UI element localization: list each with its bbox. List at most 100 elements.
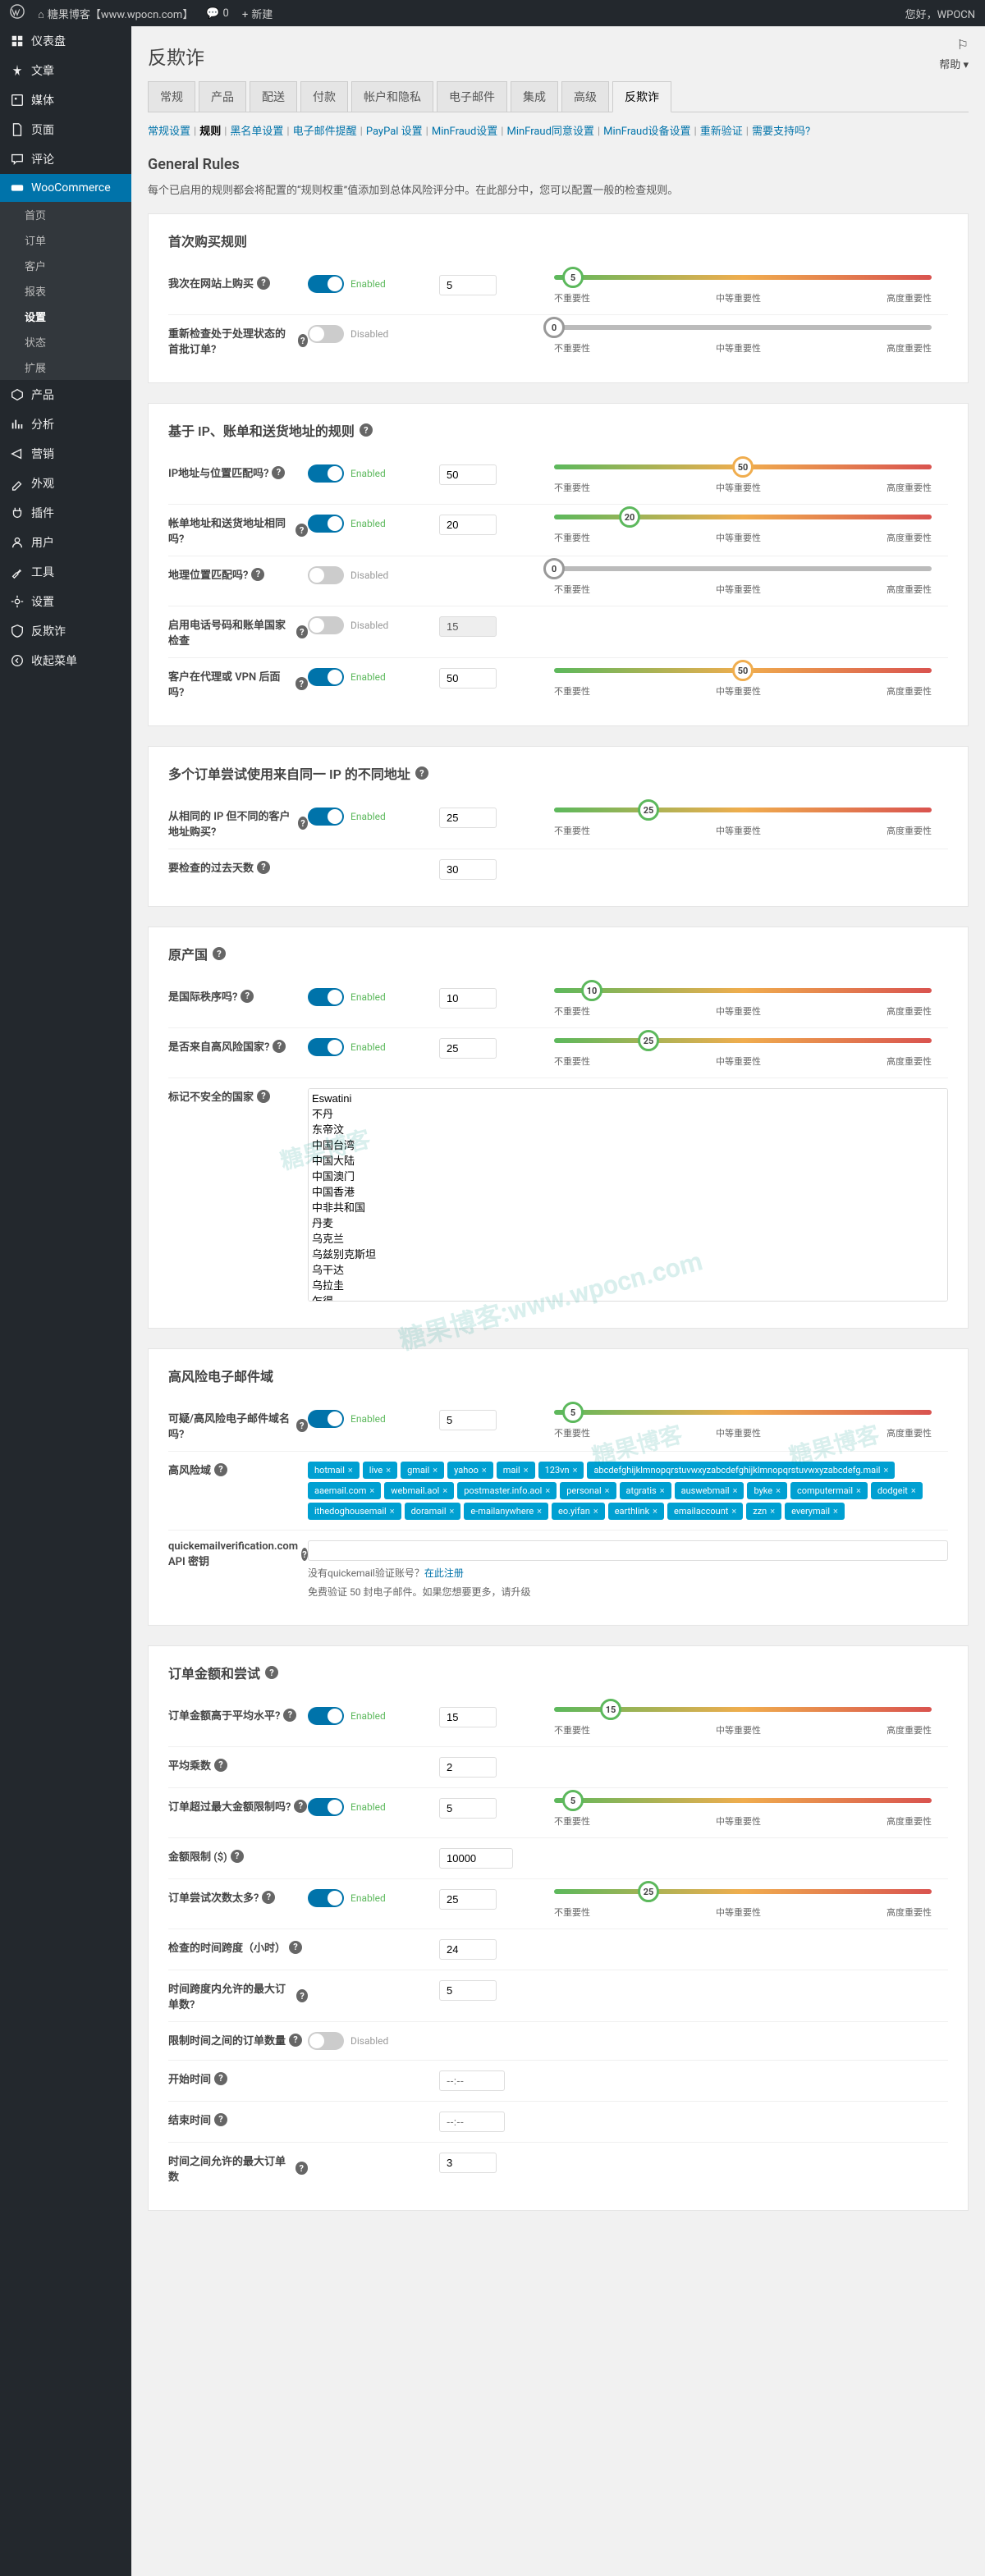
help-icon[interactable]: ? (296, 677, 308, 690)
tag[interactable]: computermail × (790, 1482, 868, 1499)
weight-input[interactable] (439, 275, 497, 295)
help-icon[interactable]: ? (251, 568, 264, 581)
subnav-link[interactable]: MinFraud设置 (432, 126, 497, 138)
sidebar-sub-item[interactable]: 状态 (0, 329, 131, 355)
number-input[interactable] (439, 1848, 513, 1869)
sidebar-sub-item[interactable]: 客户 (0, 253, 131, 278)
tag[interactable]: emailaccount × (667, 1503, 743, 1520)
sidebar-item-pin[interactable]: 文章 (0, 56, 131, 85)
tag[interactable]: eo.yifan × (552, 1503, 605, 1520)
help-icon[interactable]: ? (296, 1419, 308, 1432)
tab-8[interactable]: 反欺诈 (612, 81, 671, 112)
toggle[interactable] (308, 988, 344, 1006)
sidebar-item-tool[interactable]: 工具 (0, 557, 131, 587)
tag-remove[interactable]: × (450, 1506, 455, 1517)
country-select[interactable]: Eswatini不丹东帝汶中国台湾中国大陆中国澳门中国香港中非共和国丹麦乌克兰乌… (308, 1088, 948, 1302)
tab-1[interactable]: 产品 (199, 81, 246, 112)
sidebar-item-collapse[interactable]: 收起菜单 (0, 646, 131, 675)
tag-remove[interactable]: × (545, 1485, 550, 1496)
sidebar-sub-item[interactable]: 首页 (0, 202, 131, 227)
sidebar-item-analytics[interactable]: 分析 (0, 410, 131, 439)
help-icon[interactable]: ? (273, 1040, 286, 1053)
help-icon[interactable]: ? (214, 1463, 227, 1476)
weight-input[interactable] (439, 464, 497, 485)
tag[interactable]: dodgeit × (871, 1482, 923, 1499)
site-link[interactable]: ⌂糖果博客【www.wpocn.com】 (38, 6, 193, 21)
help-dropdown[interactable]: 帮助 ▾ (939, 59, 969, 71)
tag[interactable]: ithedoghousemail × (308, 1503, 401, 1520)
help-icon[interactable]: ? (214, 2113, 227, 2126)
tag[interactable]: e-mailanywhere × (464, 1503, 548, 1520)
tag[interactable]: auswebmail × (675, 1482, 744, 1499)
tab-6[interactable]: 集成 (511, 81, 558, 112)
tag[interactable]: zzn × (746, 1503, 781, 1520)
sidebar-item-woo[interactable]: WooCommerce (0, 174, 131, 202)
tag-remove[interactable]: × (482, 1465, 487, 1476)
toggle[interactable] (308, 325, 344, 343)
toggle[interactable] (308, 1038, 344, 1056)
weight-slider[interactable]: 10 不重要性中等重要性高度重要性 (554, 988, 932, 1018)
new-link[interactable]: +新建 (242, 6, 273, 21)
toggle[interactable] (308, 668, 344, 686)
sidebar-item-page[interactable]: 页面 (0, 115, 131, 144)
tag-remove[interactable]: × (386, 1465, 391, 1476)
number-input[interactable] (439, 2153, 497, 2173)
help-icon[interactable]: ? (298, 817, 308, 830)
api-key-input[interactable] (308, 1540, 948, 1561)
tag-remove[interactable]: × (442, 1485, 447, 1496)
weight-input[interactable] (439, 808, 497, 828)
weight-slider[interactable]: 50 不重要性中等重要性高度重要性 (554, 464, 932, 494)
help-icon[interactable]: ? (272, 466, 285, 479)
sidebar-item-antifraud[interactable]: 反欺诈 (0, 616, 131, 646)
sidebar-item-appearance[interactable]: 外观 (0, 469, 131, 498)
tag[interactable]: yahoo × (447, 1462, 493, 1479)
weight-input[interactable] (439, 1889, 497, 1910)
help-icon[interactable]: ? (296, 2162, 308, 2175)
help-icon[interactable]: ? (283, 1709, 296, 1722)
tag[interactable]: byke × (747, 1482, 787, 1499)
sidebar-item-dashboard[interactable]: 仪表盘 (0, 26, 131, 56)
tab-7[interactable]: 高级 (561, 81, 609, 112)
toggle[interactable] (308, 515, 344, 533)
wp-logo[interactable] (10, 4, 25, 22)
help-icon[interactable]: ? (298, 334, 308, 347)
tag-remove[interactable]: × (653, 1506, 657, 1517)
weight-slider[interactable]: 0 不重要性中等重要性高度重要性 (554, 566, 932, 596)
subnav-link[interactable]: PayPal 设置 (366, 126, 423, 138)
time-input[interactable] (439, 2112, 505, 2132)
tab-3[interactable]: 付款 (300, 81, 348, 112)
help-icon[interactable]: ? (257, 277, 270, 290)
weight-slider[interactable]: 25 不重要性中等重要性高度重要性 (554, 808, 932, 837)
help-icon[interactable]: ? (296, 524, 308, 537)
subnav-link[interactable]: 常规设置 (148, 126, 190, 138)
weight-slider[interactable]: 15 不重要性中等重要性高度重要性 (554, 1707, 932, 1736)
tag[interactable]: everymail × (785, 1503, 845, 1520)
number-input[interactable] (439, 1757, 497, 1778)
sidebar-item-settings[interactable]: 设置 (0, 587, 131, 616)
tag-remove[interactable]: × (883, 1465, 888, 1476)
tab-4[interactable]: 帐户和隐私 (351, 81, 433, 112)
help-icon[interactable]: ? (296, 1989, 308, 2002)
tag[interactable]: gmail × (401, 1462, 444, 1479)
sidebar-item-marketing[interactable]: 营销 (0, 439, 131, 469)
weight-slider[interactable]: 20 不重要性中等重要性高度重要性 (554, 515, 932, 544)
help-icon[interactable]: ? (294, 1800, 307, 1813)
help-icon[interactable]: ? (257, 1090, 270, 1103)
weight-slider[interactable]: 0 不重要性中等重要性高度重要性 (554, 325, 932, 355)
tag[interactable]: 123vn × (538, 1462, 584, 1479)
sidebar-sub-item[interactable]: 报表 (0, 278, 131, 304)
help-icon[interactable]: ? (262, 1891, 275, 1904)
tag-remove[interactable]: × (433, 1465, 438, 1476)
sidebar-sub-item[interactable]: 设置 (0, 304, 131, 329)
tag-remove[interactable]: × (660, 1485, 665, 1496)
help-icon[interactable]: ? (257, 861, 270, 874)
help-icon[interactable]: ? (231, 1850, 244, 1863)
toggle[interactable] (308, 1707, 344, 1725)
weight-slider[interactable]: 5 不重要性中等重要性高度重要性 (554, 275, 932, 304)
tag-remove[interactable]: × (605, 1485, 610, 1496)
subnav-link[interactable]: 黑名单设置 (230, 126, 283, 138)
subnav-link[interactable]: 规则 (199, 126, 221, 138)
toggle[interactable] (308, 1798, 344, 1816)
tag-remove[interactable]: × (593, 1506, 598, 1517)
toggle[interactable] (308, 275, 344, 293)
